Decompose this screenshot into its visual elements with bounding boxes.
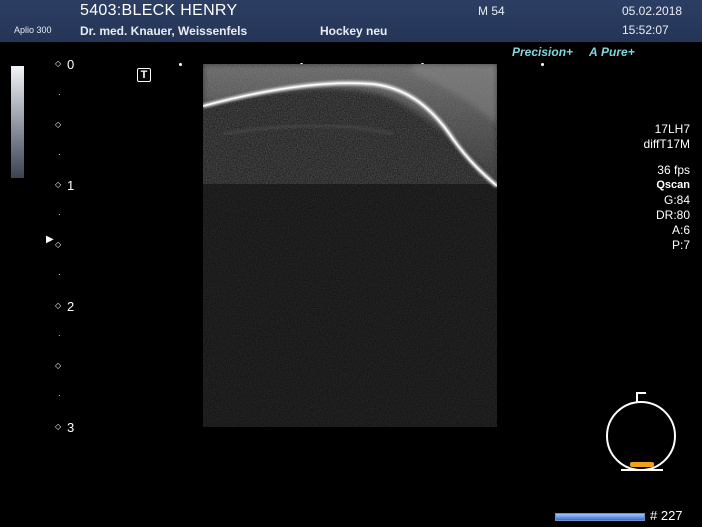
body-marker-circle-icon (606, 401, 676, 471)
depth-diamond-icon: ◇ (55, 422, 62, 431)
gain-value: G:84 (663, 193, 690, 207)
frame-rate: 36 fps (657, 163, 690, 177)
institution: Dr. med. Knauer, Weissenfels (80, 24, 248, 38)
depth-diamond-icon: ◇ (55, 59, 62, 68)
frame-count: # 227 (650, 508, 683, 523)
parameter-panel: 17LH7 diffT17M 36 fps Qscan G:84 DR:80 A… (644, 122, 690, 253)
depth-tick-icon: · (58, 210, 61, 219)
preset-name: diffT17M (643, 137, 690, 151)
header-bar: Aplio 300 5403:BLECK HENRY Dr. med. Knau… (0, 0, 702, 42)
depth-diamond-icon: ◇ (55, 120, 62, 129)
depth-tick-icon: · (58, 270, 61, 279)
probe-position-marker[interactable] (630, 462, 654, 467)
transducer-orientation-marker: T (137, 68, 151, 82)
precision-badge: Precision+ (512, 45, 574, 59)
depth-label: 1 (67, 178, 75, 193)
depth-diamond-icon: ◇ (55, 301, 62, 310)
device-model: Aplio 300 (14, 25, 52, 35)
lateral-tick-icon (179, 63, 182, 66)
depth-label: 0 (67, 57, 75, 72)
depth-label: 2 (67, 299, 75, 314)
exam-preset: Hockey neu (320, 24, 388, 38)
grayscale-bar (11, 66, 24, 178)
depth-label: 3 (67, 420, 75, 435)
depth-diamond-icon: ◇ (55, 361, 62, 370)
exam-date: 05.02.2018 (622, 4, 683, 18)
qscan-label: Qscan (656, 179, 690, 191)
depth-diamond-icon: ◇ (55, 240, 62, 249)
ultrasound-image[interactable] (203, 64, 497, 427)
depth-tick-icon: · (58, 391, 61, 400)
a-value: A:6 (671, 223, 690, 237)
lateral-tick-icon (541, 63, 544, 66)
body-marker-base-icon (621, 469, 663, 471)
patient-id-name: 5403:BLECK HENRY (80, 2, 238, 19)
depth-tick-icon: · (58, 90, 61, 99)
body-marker-notch-icon (636, 392, 646, 394)
depth-tick-icon: · (58, 331, 61, 340)
cine-bar-fill (556, 514, 644, 520)
exam-time: 15:52:07 (622, 23, 669, 37)
p-value: P:7 (671, 238, 690, 252)
dynamic-range-value: DR:80 (655, 208, 690, 222)
probe-model: 17LH7 (654, 122, 690, 136)
mode-indicator: M 54 (478, 4, 505, 18)
ultrasound-echo-graphic (203, 64, 497, 427)
focus-arrow-icon: ▶ (46, 234, 54, 245)
depth-diamond-icon: ◇ (55, 180, 62, 189)
pure-badge: A Pure+ (589, 45, 635, 59)
depth-tick-icon: · (58, 150, 61, 159)
